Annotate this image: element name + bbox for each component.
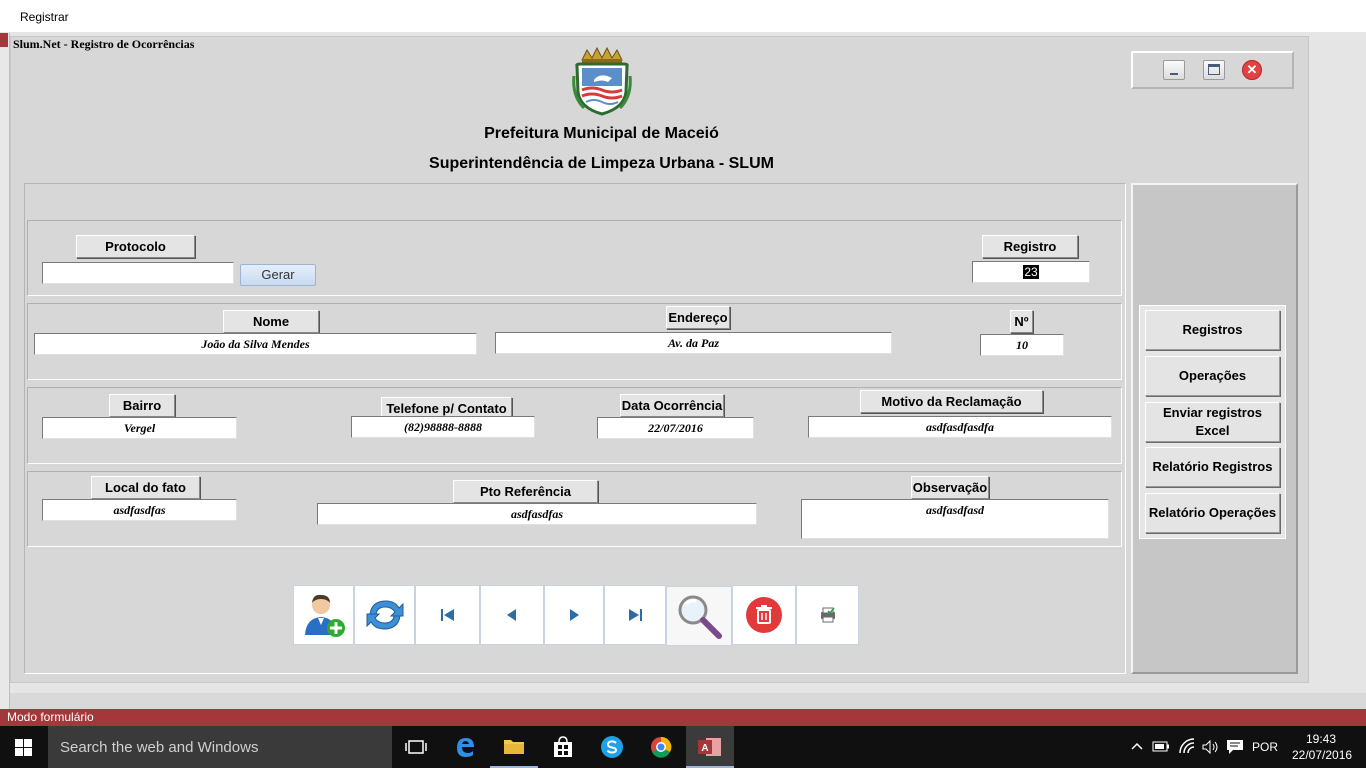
local-fato-input[interactable]: asdfasdfas — [42, 499, 237, 521]
taskbar-search-box[interactable]: Search the web and Windows — [48, 726, 392, 768]
search-record-button[interactable] — [666, 586, 732, 646]
registros-button[interactable]: Registros — [1145, 310, 1280, 350]
wifi-button[interactable] — [1176, 726, 1198, 768]
minimize-button[interactable] — [1163, 60, 1185, 80]
notification-icon — [1227, 740, 1243, 754]
relatorio-operacoes-button[interactable]: Relatório Operações — [1145, 493, 1280, 533]
workspace-bottom — [10, 693, 1366, 709]
numero-input[interactable]: 10 — [980, 334, 1064, 356]
registro-value: 23 — [1023, 265, 1039, 279]
clock-time[interactable]: 19:43 — [1306, 732, 1336, 746]
data-ocorrencia-label: Data Ocorrência — [620, 394, 724, 417]
observacao-label: Observação — [911, 476, 989, 499]
nome-label: Nome — [223, 310, 319, 333]
window-controls: ✕ — [1131, 51, 1294, 89]
pto-referencia-label: Pto Referência — [453, 480, 598, 503]
add-user-icon — [304, 594, 345, 637]
refresh-button[interactable] — [354, 585, 415, 645]
chevron-up-icon — [1131, 742, 1143, 750]
edge-taskbar-button[interactable] — [441, 726, 489, 768]
observacao-input[interactable]: asdfasdfasd — [801, 499, 1109, 539]
status-text: Modo formulário — [7, 710, 94, 724]
taskbar: Search the web and Windows A POR 19:43 2… — [0, 726, 1366, 768]
skype-icon — [601, 736, 623, 758]
motivo-input[interactable]: asdfasdfasdfa — [808, 416, 1112, 438]
close-icon: ✕ — [1242, 60, 1262, 80]
motivo-label: Motivo da Reclamação — [860, 390, 1043, 413]
input-language[interactable]: POR — [1252, 740, 1278, 754]
store-taskbar-button[interactable] — [539, 726, 587, 768]
protocolo-input[interactable] — [42, 262, 234, 284]
protocolo-label: Protocolo — [76, 235, 195, 258]
file-explorer-icon — [504, 740, 524, 754]
maximize-icon — [1208, 64, 1220, 75]
department-name: Superintendência de Limpeza Urbana - SLU… — [429, 155, 774, 172]
close-button[interactable]: ✕ — [1241, 60, 1263, 80]
telefone-input[interactable]: (82)98888-8888 — [351, 416, 535, 438]
data-ocorrencia-input[interactable]: 22/07/2016 — [597, 417, 754, 439]
show-hidden-icons-button[interactable] — [1128, 726, 1146, 768]
status-bar: Modo formulário — [0, 709, 1366, 726]
operacoes-button[interactable]: Operações — [1145, 356, 1280, 396]
chrome-icon — [651, 736, 672, 758]
first-record-icon — [440, 609, 454, 621]
registro-input[interactable]: 23 — [972, 261, 1090, 283]
city-crest-logo — [572, 46, 632, 116]
volume-icon — [1202, 740, 1218, 754]
refresh-icon — [366, 600, 403, 630]
section-protocol — [27, 220, 1122, 296]
outer-title-bar: Registrar — [0, 0, 1366, 33]
taskbar-search-placeholder: Search the web and Windows — [60, 739, 259, 756]
battery-icon — [1152, 741, 1169, 752]
task-view-icon — [405, 740, 427, 754]
delete-record-button[interactable] — [732, 585, 796, 645]
volume-button[interactable] — [1200, 726, 1222, 768]
organization-name: Prefeitura Municipal de Maceió — [484, 125, 719, 142]
chrome-taskbar-button[interactable] — [637, 726, 685, 768]
skype-taskbar-button[interactable] — [588, 726, 636, 768]
windows-logo-icon — [15, 739, 32, 756]
previous-record-icon — [507, 609, 516, 621]
local-fato-label: Local do fato — [91, 476, 200, 499]
task-view-button[interactable] — [392, 726, 440, 768]
gerar-button[interactable]: Gerar — [240, 264, 316, 286]
outer-window-title: Registrar — [20, 10, 69, 24]
access-taskbar-button[interactable]: A — [686, 726, 734, 768]
start-button[interactable] — [0, 726, 48, 768]
relatorio-registros-button[interactable]: Relatório Registros — [1145, 447, 1280, 487]
previous-record-button[interactable] — [480, 585, 544, 645]
endereco-label: Endereço — [666, 306, 730, 329]
next-record-icon — [570, 609, 579, 621]
registro-label: Registro — [982, 235, 1078, 258]
file-explorer-taskbar-button[interactable] — [490, 726, 538, 768]
print-button[interactable] — [796, 585, 859, 645]
action-center-button[interactable] — [1224, 726, 1246, 768]
clock-date[interactable]: 22/07/2016 — [1292, 748, 1352, 762]
bairro-label: Bairro — [109, 394, 175, 417]
numero-label: Nº — [1010, 310, 1033, 333]
print-icon — [820, 607, 835, 623]
store-icon — [554, 736, 572, 757]
enviar-registros-excel-button[interactable]: Enviar registros Excel — [1145, 402, 1280, 442]
wifi-icon — [1179, 738, 1195, 754]
first-record-button[interactable] — [415, 585, 480, 645]
battery-button[interactable] — [1150, 726, 1172, 768]
form-caption: Slum.Net - Registro de Ocorrências — [13, 37, 199, 52]
bairro-input[interactable]: Vergel — [42, 417, 237, 439]
pto-referencia-input[interactable]: asdfasdfas — [317, 503, 757, 525]
minimize-icon — [1170, 73, 1178, 75]
next-record-button[interactable] — [544, 585, 604, 645]
svg-text:A: A — [701, 743, 708, 754]
endereco-input[interactable]: Av. da Paz — [495, 332, 892, 354]
maximize-button[interactable] — [1203, 60, 1225, 80]
search-icon — [678, 595, 722, 639]
nome-input[interactable]: João da Silva Mendes — [34, 333, 477, 355]
add-record-button[interactable] — [293, 585, 354, 645]
access-icon: A — [698, 738, 721, 756]
last-record-icon — [629, 609, 642, 621]
edge-icon — [457, 738, 474, 757]
delete-icon — [746, 597, 782, 633]
last-record-button[interactable] — [604, 585, 666, 645]
